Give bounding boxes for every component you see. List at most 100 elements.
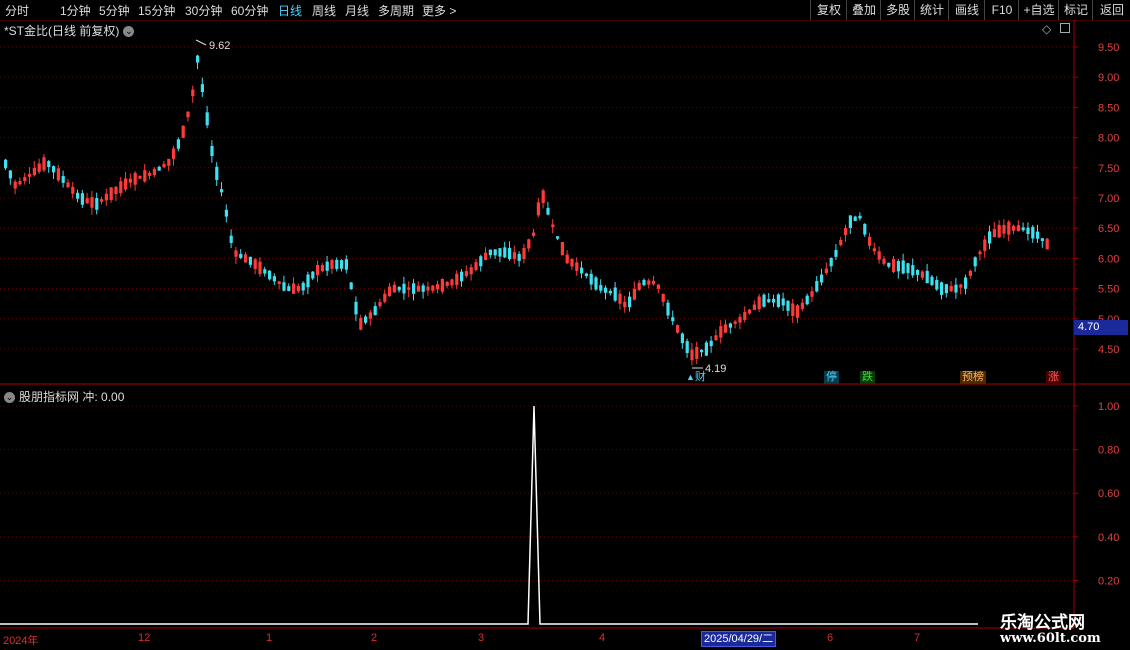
candle-body bbox=[37, 163, 41, 172]
candle-body bbox=[1002, 224, 1006, 234]
candle-body bbox=[388, 286, 392, 297]
indicator-tick-label: 1.00 bbox=[1098, 401, 1119, 413]
candle-body bbox=[172, 148, 176, 159]
candle-body bbox=[704, 342, 708, 356]
candle-body bbox=[316, 264, 320, 276]
candle-body bbox=[973, 257, 977, 267]
candle-body bbox=[474, 262, 478, 270]
candle-body bbox=[872, 248, 876, 252]
candle-body bbox=[647, 280, 651, 285]
candle-body bbox=[359, 317, 363, 330]
candle-body bbox=[599, 285, 603, 291]
badge-halt[interactable]: 停 bbox=[824, 371, 839, 384]
candle-body bbox=[935, 279, 939, 290]
candle-body bbox=[119, 181, 123, 194]
candle-body bbox=[738, 316, 742, 323]
candle-body bbox=[239, 253, 243, 259]
candle-body bbox=[364, 316, 368, 323]
diamond-icon[interactable]: ◇ bbox=[1042, 22, 1051, 36]
candle-body bbox=[901, 260, 905, 274]
badge-rise[interactable]: 涨 bbox=[1046, 371, 1061, 384]
candle-body bbox=[623, 301, 627, 308]
indicator-value: 冲: 0.00 bbox=[82, 390, 125, 404]
date-label: 1 bbox=[266, 632, 273, 644]
candle-body bbox=[383, 293, 387, 302]
candle-body bbox=[124, 178, 128, 190]
badge-drop[interactable]: 跌 bbox=[860, 371, 875, 384]
candle-body bbox=[258, 261, 262, 274]
candle-body bbox=[666, 302, 670, 316]
candle-body bbox=[152, 168, 156, 176]
date-label: 3 bbox=[478, 632, 485, 644]
candle-body bbox=[829, 258, 833, 267]
candle-body bbox=[1007, 221, 1011, 235]
candle-body bbox=[248, 256, 252, 265]
candle-body bbox=[868, 236, 872, 246]
candle-body bbox=[32, 167, 36, 176]
candle-body bbox=[733, 321, 737, 324]
candle-body bbox=[191, 89, 195, 97]
candle-body bbox=[728, 323, 732, 328]
candle-body bbox=[100, 199, 104, 202]
candle-body bbox=[786, 300, 790, 311]
candle-body bbox=[695, 346, 699, 359]
candle-body bbox=[8, 170, 12, 179]
candle-body bbox=[253, 259, 257, 269]
candle-body bbox=[325, 261, 329, 271]
candle-body bbox=[551, 224, 555, 228]
candle-body bbox=[61, 176, 65, 183]
candle-body bbox=[56, 168, 60, 181]
grid-lines bbox=[0, 20, 1130, 629]
candle-body bbox=[844, 228, 848, 235]
candle-body bbox=[896, 261, 900, 272]
price-tick-label: 6.50 bbox=[1098, 223, 1119, 235]
candle-body bbox=[407, 287, 411, 290]
indicator-title[interactable]: ⌄ 股朋指标网 冲: 0.00 bbox=[4, 388, 124, 405]
candle-body bbox=[176, 139, 180, 149]
candle-body bbox=[416, 285, 420, 292]
candle-body bbox=[594, 277, 598, 290]
candle-body bbox=[460, 271, 464, 282]
candle-body bbox=[613, 287, 617, 301]
candle-body bbox=[272, 276, 276, 282]
candle-body bbox=[589, 273, 593, 285]
candle-body bbox=[196, 55, 200, 63]
main-chart-title[interactable]: *ST金比(日线 前复权) ⌄ bbox=[4, 22, 135, 39]
candle-body bbox=[493, 249, 497, 256]
candle-body bbox=[671, 317, 675, 322]
candle-body bbox=[392, 284, 396, 293]
candle-body bbox=[224, 209, 228, 217]
candle-body bbox=[546, 207, 550, 215]
current-price-tag: 4.70 bbox=[1074, 320, 1128, 335]
chevron-down-icon[interactable]: ⌄ bbox=[4, 392, 15, 403]
candle-body bbox=[570, 258, 574, 267]
candle-body bbox=[988, 231, 992, 244]
candle-body bbox=[90, 197, 94, 208]
candle-body bbox=[796, 305, 800, 318]
candle-body bbox=[719, 326, 723, 338]
candle-body bbox=[157, 166, 161, 171]
candle-body bbox=[848, 215, 852, 228]
chevron-down-icon[interactable]: ⌄ bbox=[123, 26, 135, 37]
price-tick-label: 6.00 bbox=[1098, 253, 1119, 265]
candle-body bbox=[584, 273, 588, 277]
badge-finance[interactable]: ▲财 bbox=[684, 371, 708, 384]
candle-body bbox=[335, 259, 339, 269]
candle-body bbox=[4, 159, 8, 169]
candle-body bbox=[503, 247, 507, 258]
high-pointer bbox=[195, 39, 207, 46]
candle-body bbox=[839, 240, 843, 246]
candle-body bbox=[479, 256, 483, 267]
date-label: 2024年 bbox=[3, 635, 39, 647]
candle-body bbox=[13, 181, 17, 189]
candle-body bbox=[517, 253, 521, 261]
candle-body bbox=[608, 290, 612, 294]
candle-body bbox=[488, 249, 492, 256]
candle-body bbox=[402, 283, 406, 294]
candle-body bbox=[628, 296, 632, 308]
candle-body bbox=[1031, 226, 1035, 239]
kline-chart[interactable]: 9.509.008.508.007.507.006.506.005.505.00… bbox=[0, 0, 1130, 650]
candle-body bbox=[930, 276, 934, 286]
badge-forecast[interactable]: 预榜 bbox=[960, 371, 986, 384]
window-toggle-icon[interactable] bbox=[1060, 23, 1070, 33]
